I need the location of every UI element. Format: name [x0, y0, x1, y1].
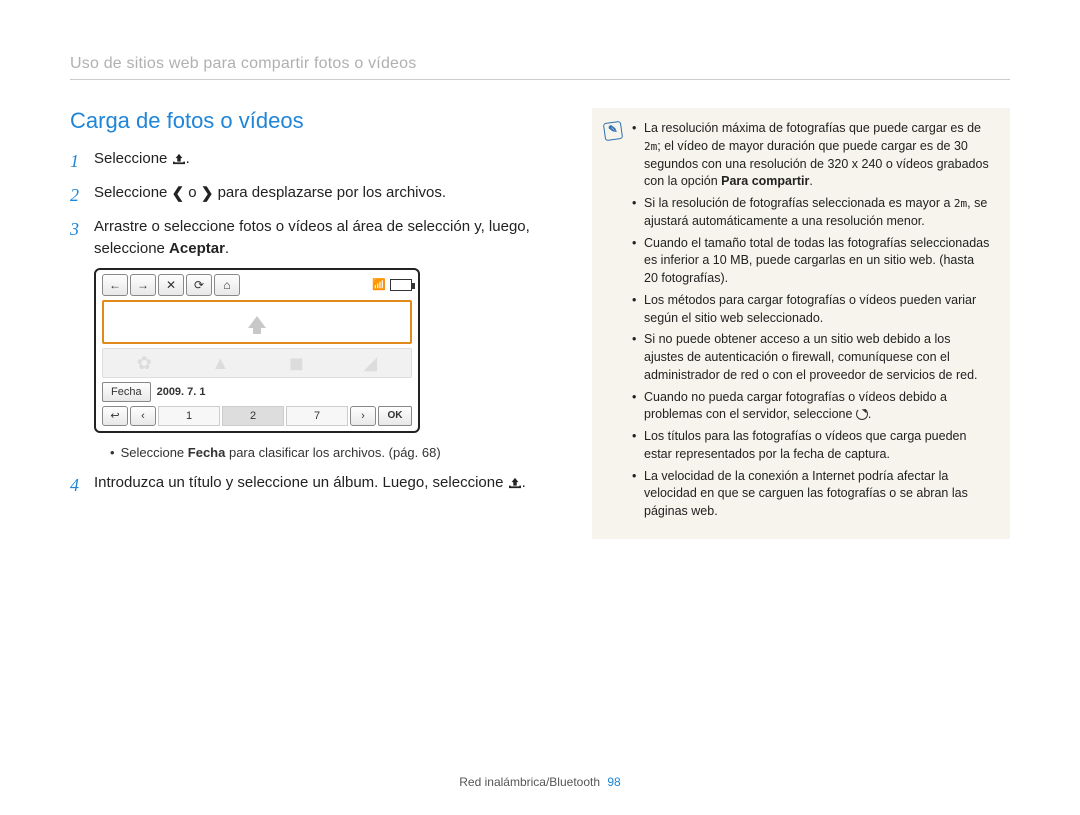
step-3-text: Arrastre o seleccione fotos o vídeos al …	[94, 216, 560, 260]
back-icon[interactable]: ←	[102, 274, 128, 296]
note-item: Si la resolución de fotografías seleccio…	[632, 195, 990, 231]
thumb-placeholder-icon: ◢	[363, 349, 377, 377]
mock-mid-row: Fecha 2009. 7. 1	[96, 382, 418, 406]
note-item: La resolución máxima de fotografías que …	[632, 120, 990, 191]
resolution-2m-icon: 2m	[954, 196, 967, 212]
close-icon[interactable]: ✕	[158, 274, 184, 296]
thumbnail-strip[interactable]: ✿ ▲ ◼ ◢	[102, 348, 412, 378]
page-footer: Red inalámbrica/Bluetooth 98	[0, 775, 1080, 789]
refresh-icon[interactable]: ⟳	[186, 274, 212, 296]
note-list: La resolución máxima de fotografías que …	[632, 120, 990, 525]
step-2-text: Seleccione ❮ o ❯ para desplazarse por lo…	[94, 182, 446, 208]
chevron-left-icon: ❮	[172, 186, 185, 201]
prev-page-icon[interactable]: ‹	[130, 406, 156, 426]
note-box: ✎ La resolución máxima de fotografías qu…	[592, 108, 1010, 539]
current-date: 2009. 7. 1	[157, 386, 206, 398]
step-1: 1 Seleccione .	[70, 148, 560, 174]
thumb-placeholder-icon: ✿	[137, 349, 152, 377]
step-2: 2 Seleccione ❮ o ❯ para desplazarse por …	[70, 182, 560, 208]
sort-fecha-button[interactable]: Fecha	[102, 382, 151, 402]
antenna-icon: 📶	[372, 278, 386, 291]
page-7[interactable]: 7	[286, 406, 348, 426]
note-icon: ✎	[603, 121, 623, 141]
next-page-icon[interactable]: ›	[350, 406, 376, 426]
resolution-2m-icon: 2m	[644, 139, 657, 155]
upload-icon	[172, 150, 186, 172]
thumb-placeholder-icon: ◼	[289, 349, 304, 377]
forward-icon[interactable]: →	[130, 274, 156, 296]
note-item: La velocidad de la conexión a Internet p…	[632, 468, 990, 521]
step-number: 1	[70, 148, 84, 174]
page-2[interactable]: 2	[222, 406, 284, 426]
status-icons: 📶	[372, 278, 412, 291]
selection-drop-area[interactable]	[102, 300, 412, 344]
note-item: Los métodos para cargar fotografías o ví…	[632, 292, 990, 328]
right-column: ✎ La resolución máxima de fotografías qu…	[592, 108, 1010, 539]
sub-bullet: •Seleccione Fecha para clasificar los ar…	[110, 445, 560, 460]
note-item: Si no puede obtener acceso a un sitio we…	[632, 331, 990, 384]
steps-list-2: 4 Introduzca un título y seleccione un á…	[70, 472, 560, 498]
step-3: 3 Arrastre o seleccione fotos o vídeos a…	[70, 216, 560, 260]
thumb-placeholder-icon: ▲	[211, 349, 229, 377]
step-4: 4 Introduzca un título y seleccione un á…	[70, 472, 560, 498]
note-item: Cuando el tamaño total de todas las foto…	[632, 235, 990, 288]
upload-arrow-icon	[248, 316, 266, 328]
device-screenshot: ← → ✕ ⟳ ⌂ 📶 ✿ ▲ ◼ ◢ Fecha	[94, 268, 420, 433]
step-number: 3	[70, 216, 84, 260]
ok-button[interactable]: OK	[378, 406, 412, 426]
step-number: 2	[70, 182, 84, 208]
upload-icon	[508, 474, 522, 496]
section-title: Carga de fotos o vídeos	[70, 108, 560, 134]
step-4-text: Introduzca un título y seleccione un álb…	[94, 472, 526, 498]
retry-icon	[856, 408, 868, 420]
breadcrumb: Uso de sitios web para compartir fotos o…	[70, 55, 1010, 80]
page-1[interactable]: 1	[158, 406, 220, 426]
steps-list: 1 Seleccione . 2 Seleccione ❮ o ❯ para d…	[70, 148, 560, 260]
left-column: Carga de fotos o vídeos 1 Seleccione . 2…	[70, 108, 560, 506]
step-1-text: Seleccione .	[94, 148, 190, 174]
note-item: Los títulos para las fotografías o vídeo…	[632, 428, 990, 464]
mock-bottom-row: ↩ ‹ 1 2 7 › OK	[96, 406, 418, 431]
mock-toolbar: ← → ✕ ⟳ ⌂ 📶	[96, 270, 418, 298]
return-icon[interactable]: ↩	[102, 406, 128, 426]
footer-section: Red inalámbrica/Bluetooth	[459, 775, 600, 789]
chevron-right-icon: ❯	[201, 186, 214, 201]
home-icon[interactable]: ⌂	[214, 274, 240, 296]
step-number: 4	[70, 472, 84, 498]
note-item: Cuando no pueda cargar fotografías o víd…	[632, 389, 990, 425]
battery-icon	[390, 279, 412, 291]
footer-page-number: 98	[607, 775, 620, 789]
